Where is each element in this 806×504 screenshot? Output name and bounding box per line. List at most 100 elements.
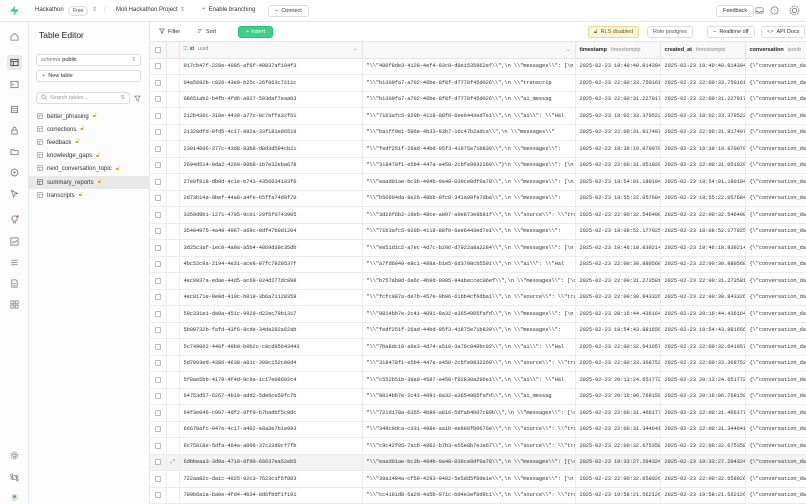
conversation-cell[interactable]: {\"conversation_da	[745, 388, 806, 405]
id-cell[interactable]: 66670afc-947e-4c17-a402-e8a3e7b1e993	[179, 421, 363, 438]
created-at-cell[interactable]: 2025-02-23 22:00:30.843326+0	[660, 289, 746, 306]
expand-cell[interactable]	[166, 107, 180, 125]
conversation-cell[interactable]: {\"conversation_da	[745, 124, 806, 141]
org-name[interactable]: Hackathon	[35, 7, 64, 13]
home-icon[interactable]	[9, 31, 20, 42]
table-item-corrections[interactable]: corrections 🔓︎	[29, 123, 150, 136]
row-checkbox[interactable]	[150, 388, 167, 405]
json-cell[interactable]: "\\"318478f1-e5b4-447a-a450-2cbfe9932269…	[362, 157, 576, 174]
id-cell[interactable]: 64f3e046-c997-4df2-8ff0-b7badbf5c9dc	[179, 404, 363, 422]
reports-icon[interactable]	[9, 236, 20, 247]
table-row[interactable]: 017cb47f-228e-4095-af6f-40837af104f3 "\\"…	[150, 58, 806, 75]
created-at-cell[interactable]: 2025-02-23 19:33:27.294324+0	[660, 454, 746, 471]
expand-cell[interactable]: ⤢	[166, 454, 180, 471]
table-row[interactable]: 35404975-4a49-4967-a69c-0df47b0d1204 "\\"…	[150, 223, 806, 240]
expand-cell[interactable]	[166, 388, 180, 405]
timestamp-cell[interactable]: 2025-02-23 18:08:52.177925+	[575, 223, 661, 240]
table-row[interactable]: 23014606-377c-43d8-83b8-d8d3d594cb21 "\\"…	[150, 140, 806, 158]
table-row[interactable]: 3359d9b1-1271-4705-9c01-29f6f0743905 "\\"…	[150, 206, 806, 224]
json-cell[interactable]: "\\"9814bb7e-2c41-4091-8a32-e3654905fafd…	[362, 305, 576, 323]
json-cell[interactable]: "\\"721d178a-6355-4b89-a816-5dfab4b07c89…	[362, 404, 576, 422]
json-cell[interactable]: "\\"39a1484a-cf59-4293-9402-5e5dd5f0de1e…	[362, 470, 576, 488]
table-row[interactable]: 780b6a1a-ba0e-4fd4-4b34-8d6fbdf1f191 "\\"…	[150, 487, 806, 504]
json-cell[interactable]: "\\"349c9dca-c331-498e-aa1b-ee880fb0676e…	[362, 421, 576, 438]
json-cell[interactable]: "\\"b1309fa7-a702-46be-8f8f-d7778f45d026…	[362, 74, 576, 92]
api-docs-button[interactable]: <> API Docs	[761, 26, 806, 38]
created-at-cell[interactable]: 2025-02-23 19:54:43.881656+0	[660, 322, 746, 339]
conversation-cell[interactable]: {\"conversation_da	[745, 305, 806, 323]
row-checkbox[interactable]	[150, 173, 167, 191]
conversation-cell[interactable]: {\"conversation_da	[745, 355, 806, 372]
row-checkbox[interactable]	[150, 487, 167, 504]
id-cell[interactable]: 6c75818e-5dfa-464a-a006-37c23d0cf7fb	[179, 437, 363, 455]
json-cell[interactable]: "\\"7ba8dc18-a6e3-4d74-a510-3a76c849bc92…	[362, 338, 576, 356]
expand-cell[interactable]	[166, 305, 180, 323]
expand-cell[interactable]	[166, 58, 180, 75]
row-checkbox[interactable]	[150, 157, 167, 174]
row-checkbox[interactable]	[150, 223, 167, 240]
help-icon[interactable]: ?	[770, 6, 779, 15]
conversation-cell[interactable]: {\"conversation_da	[745, 223, 806, 240]
timestamp-cell[interactable]: 2025-02-23 20:16:44.436164+	[575, 305, 661, 323]
conversation-cell[interactable]: {\"conversation_da	[745, 338, 806, 356]
expand-cell[interactable]	[166, 140, 180, 158]
conversation-cell[interactable]: {\"conversation_da	[745, 421, 806, 438]
id-cell[interactable]: 08651ab2-b4fb-4fd6-a927-593daf7eaa03	[179, 91, 363, 108]
json-cell[interactable]: "\\"71b3afc5-920b-4118-88f0-6ee6443ed7e1…	[362, 107, 576, 125]
created-at-cell[interactable]: 2025-02-23 22:00:31.051029+0	[660, 157, 746, 174]
id-cell[interactable]: 6dbbeaa3-3d9a-4710-8fd0-66637ea52eb5	[179, 454, 363, 471]
created-at-cell[interactable]: 2025-02-23 22:00:31.227917+0	[660, 91, 746, 108]
json-cell[interactable]: "\\"cc4181d8-5a2d-4a5b-971c-bd4e3ef0d9c1…	[362, 487, 576, 504]
realtime-icon[interactable]	[9, 188, 20, 199]
row-checkbox[interactable]	[150, 289, 167, 306]
column-menu-chevron-icon[interactable]: ⌄	[566, 47, 571, 53]
filter-tables-icon[interactable]	[132, 93, 142, 103]
rls-disabled-button[interactable]: 🔓︎ RLS disabled	[588, 26, 640, 38]
timestamp-cell[interactable]: 2025-02-23 19:40:40.814394+	[575, 58, 661, 75]
conversation-cell[interactable]: {\"conversation_da	[745, 487, 806, 504]
schema-selector[interactable]: schema public ⇕	[36, 54, 141, 66]
row-checkbox[interactable]	[150, 437, 167, 455]
feedback-button[interactable]: Feedback	[716, 5, 755, 17]
timestamp-cell[interactable]: 2025-02-23 19:58:21.562126+	[575, 487, 661, 504]
created-at-cell[interactable]: 2025-02-23 20:16:06.768159+0	[660, 388, 746, 405]
table-row[interactable]: 64f3e046-c997-4df2-8ff0-b7badbf5c9dc "\\"…	[150, 404, 806, 422]
sort-button[interactable]: Sort	[197, 28, 216, 36]
id-cell[interactable]: 017cb47f-228e-4095-af6f-40837af104f3	[179, 58, 363, 75]
table-item-better-phrasing[interactable]: better_phrasing 🔓︎	[29, 110, 150, 123]
table-item-summary-reports[interactable]: summary_reports 🔓︎	[29, 175, 150, 190]
created-at-cell[interactable]: 2025-02-23 22:00:32.546408+0	[660, 206, 746, 224]
expand-cell[interactable]	[166, 371, 180, 389]
conversation-cell[interactable]: {\"conversation_da	[745, 239, 806, 257]
row-checkbox[interactable]	[150, 239, 167, 257]
expand-row-icon[interactable]: ⤢	[171, 459, 175, 465]
table-row[interactable]: 27e0f818-db0d-4c1e-b743-4356034103f0 "\\"…	[150, 173, 806, 191]
logs-icon[interactable]	[9, 257, 20, 268]
table-row[interactable]: 4ec8171e-8e0d-419c-b019-3b6a71128359 "\\"…	[150, 289, 806, 306]
created-at-cell[interactable]: 2025-02-23 18:08:52.177925+0	[660, 223, 746, 240]
row-checkbox[interactable]	[150, 206, 167, 224]
row-checkbox[interactable]	[150, 338, 167, 356]
column-header-created-at[interactable]: created_at timestamptz	[660, 42, 746, 59]
expand-cell[interactable]	[166, 74, 180, 92]
timestamp-cell[interactable]: 2025-02-23 19:46:18.83921+0	[575, 239, 661, 257]
created-at-cell[interactable]: 2025-02-23 19:58:21.562126+0	[660, 487, 746, 504]
created-at-cell[interactable]: 2025-02-23 22:00:31.917407+0	[660, 124, 746, 141]
id-cell[interactable]: 50c331e1-da9a-451c-9929-d22ec79b1317	[179, 305, 363, 323]
inbox-icon[interactable]	[755, 6, 764, 15]
table-row[interactable]: 6c75818e-5dfa-464a-a006-37c23d0cf7fb "\\"…	[150, 437, 806, 455]
timestamp-cell[interactable]: 2025-02-23 18:02:33.379522+	[575, 107, 661, 125]
timestamp-cell[interactable]: 2025-02-23 22:00:30.880568+	[575, 256, 661, 273]
json-cell[interactable]: "\\"ba1ff9e1-596e-4b33-93b7-16c47b2adca\…	[362, 124, 576, 141]
table-row[interactable]: 50c331e1-da9a-451c-9929-d22ec79b1317 "\\"…	[150, 305, 806, 323]
json-cell[interactable]: "\\"3d26f6b2-1deb-48ce-a097-a9e873e8b81f…	[362, 206, 576, 224]
conversation-cell[interactable]: {\"conversation_da	[745, 256, 806, 273]
search-tables-input[interactable]: Search tables... ⇅	[36, 92, 130, 104]
id-cell[interactable]: 5d7093ed-4386-4638-a01c-309c152c00d4	[179, 355, 363, 372]
table-row[interactable]: 5c749002-440f-48b0-b0b2c-c8cd95643443 "\\…	[150, 338, 806, 356]
row-checkbox[interactable]	[150, 58, 167, 75]
created-at-cell[interactable]: 2025-02-23 18:02:33.379522+0	[660, 107, 746, 125]
timestamp-cell[interactable]: 2025-02-23 19:33:27.294324+	[575, 454, 661, 471]
column-header-id[interactable]: ⚿ id uuid ⌄	[179, 42, 363, 59]
row-checkbox[interactable]	[150, 404, 167, 422]
